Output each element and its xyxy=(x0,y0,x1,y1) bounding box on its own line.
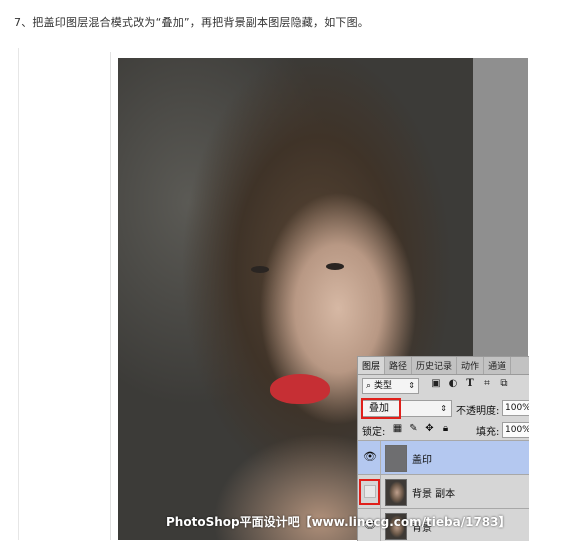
smart-object-filter-icon[interactable]: ⧉ xyxy=(498,378,510,390)
lock-label: 锁定: xyxy=(362,427,386,438)
image-filter-icon[interactable]: ▣ xyxy=(430,378,442,390)
tab-paths[interactable]: 路径 xyxy=(385,357,413,374)
tab-channels[interactable]: 通道 xyxy=(484,357,512,374)
filter-type-select[interactable]: ⌕ 类型 ⇕ xyxy=(362,378,419,394)
lock-position-icon[interactable]: ✥ xyxy=(424,423,435,434)
layer-name: 背景 副本 xyxy=(412,489,456,500)
blend-row: 叠加 ⇕ 不透明度: 100% xyxy=(358,397,529,419)
tab-history[interactable]: 历史记录 xyxy=(412,357,458,374)
layer-thumbnail xyxy=(385,479,407,506)
blend-mode-highlight xyxy=(361,398,401,419)
shape-filter-icon[interactable]: ⌗ xyxy=(481,378,493,390)
red-lips xyxy=(270,374,330,404)
tab-actions[interactable]: 动作 xyxy=(457,357,485,374)
lock-transparent-icon[interactable]: ▦ xyxy=(392,423,403,434)
step-instruction: 7、把盖印图层混合模式改为“叠加”，再把背景副本图层隐藏，如下图。 xyxy=(14,16,369,29)
layer-thumbnail xyxy=(385,445,407,472)
lock-paint-icon[interactable]: ✎ xyxy=(408,423,419,434)
layer-row-stamp[interactable]: 👁︎ 盖印 xyxy=(358,440,529,474)
visibility-highlight xyxy=(359,479,380,505)
opacity-field[interactable]: 100% xyxy=(502,400,529,416)
type-filter-icon[interactable]: T xyxy=(464,378,476,390)
adjustment-filter-icon[interactable]: ◐ xyxy=(447,378,459,390)
fill-field[interactable]: 100% xyxy=(502,422,529,438)
search-icon: ⌕ xyxy=(366,381,372,391)
opacity-label: 不透明度: xyxy=(456,406,500,417)
panel-tabs: 图层 路径 历史记录 动作 通道 xyxy=(358,357,529,375)
fill-label: 填充: xyxy=(476,427,500,438)
visibility-toggle[interactable]: 👁︎ xyxy=(358,441,381,474)
chevron-updown-icon: ⇕ xyxy=(408,381,415,390)
tab-layers[interactable]: 图层 xyxy=(358,357,386,374)
right-eye xyxy=(326,263,344,270)
chevron-updown-icon: ⇕ xyxy=(440,404,447,413)
layer-row-background-copy[interactable]: 背景 副本 xyxy=(358,474,529,508)
lock-row: 锁定: ▦ ✎ ✥ 🔒︎ 填充: 100% xyxy=(358,419,529,439)
quote-border xyxy=(18,48,19,540)
lock-all-icon[interactable]: 🔒︎ xyxy=(440,423,451,434)
left-eye xyxy=(251,266,269,273)
filter-row: ⌕ 类型 ⇕ ▣ ◐ T ⌗ ⧉ xyxy=(358,375,529,395)
layer-name: 盖印 xyxy=(412,455,432,466)
watermark-text: PhotoShop平面设计吧【www.linecg.com/tieba/1783… xyxy=(166,515,511,529)
eye-icon: 👁︎ xyxy=(363,450,377,463)
